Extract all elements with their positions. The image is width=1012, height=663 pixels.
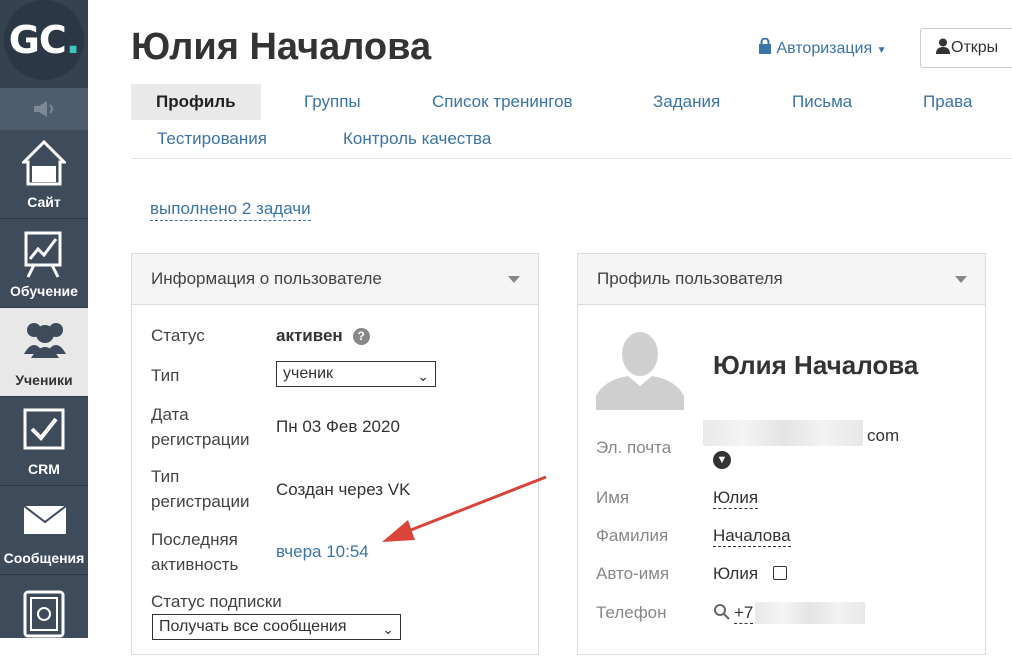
email-expand-icon[interactable]: ▼ xyxy=(713,451,731,469)
reg-date-value: Пн 03 Фев 2020 xyxy=(276,417,400,436)
tab-trainings[interactable]: Список тренингов xyxy=(432,84,573,120)
last-name-value[interactable]: Началова xyxy=(713,526,791,547)
tab-tasks[interactable]: Задания xyxy=(653,84,720,120)
phone-prefix[interactable]: +7 xyxy=(734,603,754,624)
tab-profile[interactable]: Профиль xyxy=(131,84,261,120)
user-info-title: Информация о пользователе xyxy=(151,269,382,288)
logo[interactable]: GC. xyxy=(4,0,84,80)
phone-redacted xyxy=(755,602,865,624)
logo-text: GC xyxy=(8,18,67,62)
reg-type-label: Тип регистрации xyxy=(151,464,250,514)
auth-label: Авторизация xyxy=(776,40,873,57)
chevron-down-icon: ⌄ xyxy=(417,368,429,384)
last-activity-label-line1: Последняя xyxy=(151,530,238,549)
status-value: активен xyxy=(276,326,343,345)
tab-groups[interactable]: Группы xyxy=(304,84,361,120)
sidebar-item-label: Сайт xyxy=(27,194,61,210)
open-as-user-button[interactable]: Откры xyxy=(920,28,1012,68)
lock-icon xyxy=(759,37,771,54)
collapse-triangle-icon[interactable] xyxy=(955,276,967,283)
tab-letters[interactable]: Письма xyxy=(792,84,852,120)
open-button-label: Откры xyxy=(951,39,999,56)
sidebar-item-messages[interactable]: Сообщения xyxy=(0,486,88,575)
reg-type-label-line2: регистрации xyxy=(151,492,250,511)
reg-date-label-line1: Дата xyxy=(151,405,189,424)
auto-name-checkbox[interactable] xyxy=(773,566,787,580)
megaphone-icon xyxy=(34,101,53,117)
auto-name-label: Авто-имя xyxy=(596,564,670,583)
checkbox-icon xyxy=(23,408,65,450)
sidebar-item-crm[interactable]: CRM xyxy=(0,397,88,486)
user-profile-header[interactable]: Профиль пользователя xyxy=(578,254,985,305)
email-label: Эл. почта xyxy=(596,438,672,457)
last-activity-link[interactable]: вчера 10:54 xyxy=(276,539,369,564)
type-select-value: ученик xyxy=(283,365,334,382)
last-activity-label-line2: активность xyxy=(151,555,239,574)
sidebar-item-label: CRM xyxy=(28,461,60,477)
tabs-divider xyxy=(131,158,1012,159)
home-icon xyxy=(22,140,66,186)
subscription-select-value: Получать все сообщения xyxy=(159,618,347,635)
email-suffix: com xyxy=(867,426,900,445)
user-profile-title: Профиль пользователя xyxy=(597,269,783,288)
user-info-header[interactable]: Информация о пользователе xyxy=(132,254,538,305)
sidebar-item-label: Ученики xyxy=(15,372,73,388)
announcement-bar[interactable] xyxy=(0,88,88,130)
first-name-value[interactable]: Юлия xyxy=(713,488,759,509)
logo-dot: . xyxy=(65,18,80,62)
reg-type-label-line1: Тип xyxy=(151,467,180,486)
subscription-select[interactable]: Получать все сообщения ⌄ xyxy=(152,614,401,640)
chart-board-icon xyxy=(24,231,62,278)
logo-area[interactable]: GC. xyxy=(0,0,88,88)
sidebar-item-site[interactable]: Сайт xyxy=(0,130,88,219)
chevron-down-icon: ⌄ xyxy=(382,621,394,637)
email-redacted xyxy=(703,420,863,446)
tab-testing[interactable]: Тестирования xyxy=(157,121,267,157)
subscription-label: Статус подписки xyxy=(151,592,282,611)
envelope-icon xyxy=(23,505,67,534)
reg-date-label-line2: регистрации xyxy=(151,430,250,449)
user-icon xyxy=(936,38,950,54)
reg-date-label: Дата регистрации xyxy=(151,402,250,452)
sidebar-item-label: Обучение xyxy=(10,283,78,299)
first-name-label: Имя xyxy=(596,488,630,507)
tab-quality[interactable]: Контроль качества xyxy=(343,121,491,157)
type-label: Тип xyxy=(151,366,180,385)
phone-label: Телефон xyxy=(596,603,667,622)
caret-down-icon: ▼ xyxy=(876,45,887,56)
last-activity-label: Последняя активность xyxy=(151,527,238,577)
type-select[interactable]: ученик ⌄ xyxy=(276,361,436,387)
sidebar-item-students[interactable]: Ученики xyxy=(0,308,88,397)
help-icon[interactable]: ? xyxy=(352,328,370,345)
profile-name: Юлия Началова xyxy=(713,350,919,380)
page-title: Юлия Началова xyxy=(131,26,432,68)
status-value-wrap: активен? xyxy=(276,323,370,348)
auth-dropdown[interactable]: Авторизация ▼ xyxy=(758,37,887,58)
avatar[interactable] xyxy=(596,324,684,410)
collapse-triangle-icon[interactable] xyxy=(508,276,520,283)
auto-name-value: Юлия xyxy=(713,564,759,583)
last-name-label: Фамилия xyxy=(596,526,669,545)
sidebar-item-training[interactable]: Обучение xyxy=(0,219,88,308)
sidebar-item-label: Сообщения xyxy=(3,550,85,566)
status-label: Статус xyxy=(151,326,205,345)
sidebar: GC. Сайт Обучение Ученики CRM Сообщения xyxy=(0,0,88,638)
annotation-arrow xyxy=(382,475,547,542)
safe-icon xyxy=(23,590,65,638)
search-icon[interactable] xyxy=(713,603,731,621)
sidebar-item-settings[interactable] xyxy=(0,575,88,663)
users-icon xyxy=(24,323,66,358)
completed-tasks-link[interactable]: выполнено 2 задачи xyxy=(150,199,311,221)
tab-rights[interactable]: Права xyxy=(923,84,972,120)
